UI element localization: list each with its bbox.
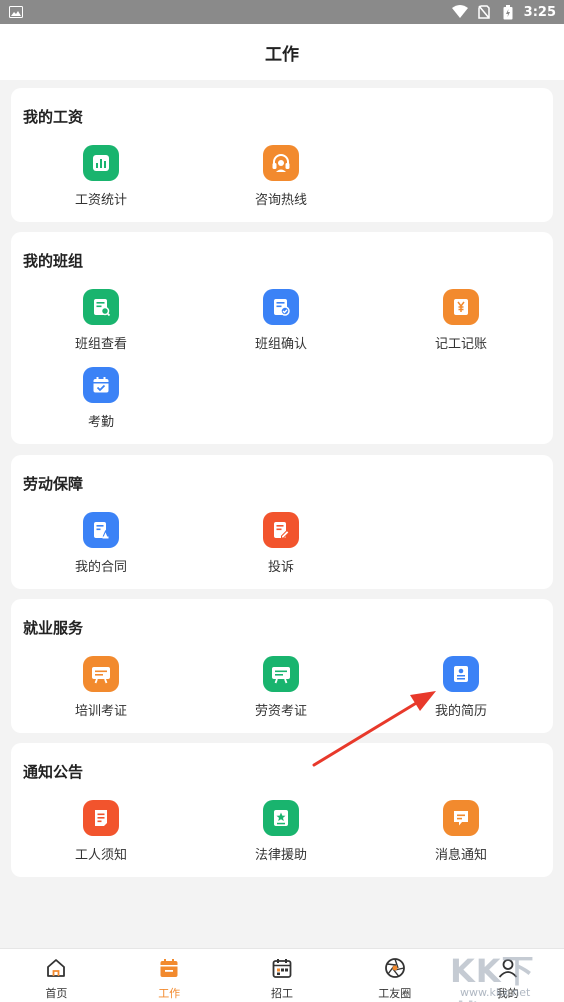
my-resume-button[interactable]: 我的简历 (371, 656, 551, 719)
title-bar: 工作 (0, 24, 564, 80)
work-record-button[interactable]: 记工记账 (371, 289, 551, 352)
home-icon (45, 957, 67, 979)
item-label: 我的合同 (74, 560, 127, 575)
team-confirm-button[interactable]: 班组确认 (191, 289, 371, 352)
item-label: 投诉 (267, 560, 294, 575)
section-my-team: 我的班组 班组查看 班组确认 记工记账 考勤 (11, 232, 553, 444)
section-labor-protection: 劳动保障 我的合同 投诉 (11, 455, 553, 589)
worker-notice-button[interactable]: 工人须知 (11, 800, 191, 863)
yen-book-icon (443, 289, 479, 325)
section-title: 我的工资 (23, 108, 84, 126)
section-my-wages: 我的工资 工资统计 咨询热线 (11, 88, 553, 222)
nav-label: 工作 (158, 987, 181, 1000)
message-notice-button[interactable]: 消息通知 (371, 800, 551, 863)
labor-cert-button[interactable]: 劳资考证 (191, 656, 371, 719)
nav-label: 我的 (496, 987, 519, 1000)
nav-label: 招工 (270, 987, 293, 1000)
training-cert-button[interactable]: 培训考证 (11, 656, 191, 719)
item-label: 班组查看 (74, 337, 127, 352)
resume-icon (443, 656, 479, 692)
no-sim-icon (476, 4, 492, 20)
wage-statistics-button[interactable]: 工资统计 (11, 145, 191, 208)
contract-icon (83, 512, 119, 548)
image-notification-icon (8, 4, 24, 20)
bottom-nav: 首页 工作 招工 工友圈 我的 (0, 948, 564, 1002)
legal-aid-button[interactable]: 法律援助 (191, 800, 371, 863)
item-label: 我的简历 (434, 704, 487, 719)
item-label: 考勤 (87, 415, 114, 430)
item-label: 消息通知 (434, 848, 487, 863)
item-label: 记工记账 (434, 337, 487, 352)
my-contract-button[interactable]: 我的合同 (11, 512, 191, 575)
notice-doc-icon (83, 800, 119, 836)
item-label: 法律援助 (254, 848, 307, 863)
complaint-icon (263, 512, 299, 548)
section-title: 就业服务 (23, 619, 84, 637)
section-notices: 通知公告 工人须知 法律援助 消息通知 (11, 743, 553, 877)
wifi-icon (451, 4, 468, 20)
item-label: 工人须知 (74, 848, 127, 863)
status-time: 3:25 (523, 4, 556, 20)
item-label: 班组确认 (254, 337, 307, 352)
message-icon (443, 800, 479, 836)
aperture-icon (384, 957, 406, 979)
section-employment-services: 就业服务 培训考证 劳资考证 我的简历 (11, 599, 553, 733)
section-title: 通知公告 (23, 763, 84, 781)
nav-mine[interactable]: 我的 (451, 949, 564, 1002)
bar-chart-icon (83, 145, 119, 181)
item-label: 工资统计 (74, 193, 127, 208)
calendar-check-icon (83, 367, 119, 403)
doc-check-icon (263, 289, 299, 325)
status-bar: 3:25 (0, 0, 564, 24)
recruit-calendar-icon (271, 957, 293, 979)
nav-work[interactable]: 工作 (113, 949, 226, 1002)
section-title: 劳动保障 (23, 475, 84, 493)
doc-search-icon (83, 289, 119, 325)
work-calendar-icon (158, 957, 180, 979)
nav-home[interactable]: 首页 (0, 949, 113, 1002)
page-title: 工作 (265, 44, 299, 65)
nav-coworker-circle[interactable]: 工友圈 (338, 949, 451, 1002)
team-view-button[interactable]: 班组查看 (11, 289, 191, 352)
training-board-icon (83, 656, 119, 692)
profile-icon (497, 957, 519, 979)
legal-star-icon (263, 800, 299, 836)
section-title: 我的班组 (23, 252, 84, 270)
complaint-button[interactable]: 投诉 (191, 512, 371, 575)
labor-board-icon (263, 656, 299, 692)
attendance-button[interactable]: 考勤 (11, 367, 191, 430)
nav-label: 工友圈 (378, 987, 412, 1000)
battery-icon (500, 4, 516, 20)
item-label: 培训考证 (74, 704, 127, 719)
hotline-button[interactable]: 咨询热线 (191, 145, 371, 208)
item-label: 咨询热线 (254, 193, 307, 208)
item-label: 劳资考证 (254, 704, 307, 719)
headset-icon (263, 145, 299, 181)
nav-recruit[interactable]: 招工 (226, 949, 339, 1002)
nav-label: 首页 (45, 987, 68, 1000)
